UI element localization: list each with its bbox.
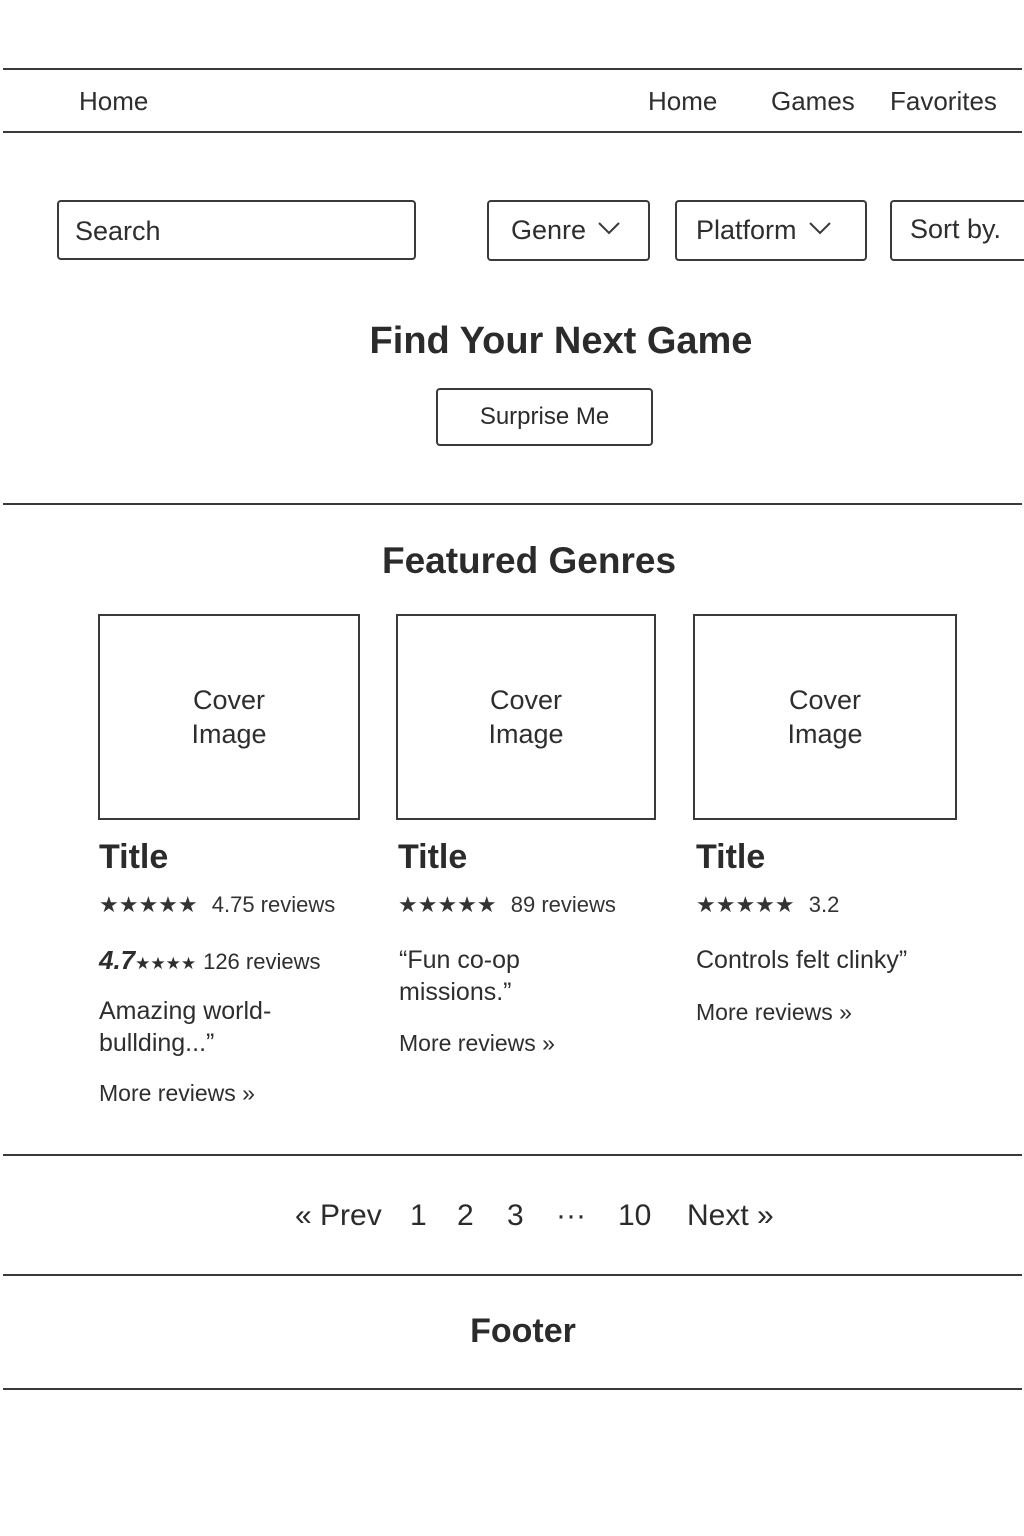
card-quote: Controls felt clinky” [696, 944, 907, 976]
cover-label-line1: Cover [192, 685, 265, 715]
card-title[interactable]: Title [696, 838, 765, 877]
rating-text: 3.2 [808, 892, 840, 917]
rating-text: 4.75 reviews [211, 892, 336, 917]
star-rating-icon: ★★★★★ [398, 892, 497, 917]
star-rating-icon: ★★★★★ [696, 892, 795, 917]
featured-bottom-divider [3, 1154, 1022, 1156]
pagination-ellipsis: ··· [556, 1199, 586, 1232]
pagination-bottom-divider [3, 1274, 1022, 1276]
cover-image-placeholder: Cover Image [488, 683, 563, 751]
platform-dropdown[interactable]: Platform [675, 200, 867, 261]
quote-line1: “Fun co-op [399, 946, 520, 974]
more-reviews-link[interactable]: More reviews » [99, 1080, 255, 1107]
cover-label-line1: Cover [489, 685, 562, 715]
footer-title: Footer [470, 1312, 576, 1350]
chevron-down-icon [598, 221, 620, 240]
hero-title: Find Your Next Game [369, 320, 753, 362]
search-placeholder: Search [75, 216, 161, 246]
card-quote: “Fun co-op missions.” [399, 944, 520, 1008]
rating-text: 89 reviews [510, 892, 616, 917]
nav-brand-home[interactable]: Home [79, 86, 148, 117]
star-rating-icon: ★★★★★ [99, 892, 198, 917]
extra-rating-number: 4.7 [99, 945, 136, 975]
quote-line1: Controls felt clinky” [696, 946, 908, 974]
cover-label-line2: Image [191, 719, 267, 749]
nav-link-home[interactable]: Home [648, 86, 717, 117]
nav-top-divider [3, 68, 1022, 70]
card-rating: ★★★★★ 89 reviews [398, 892, 616, 918]
nav-link-favorites[interactable]: Favorites [890, 86, 997, 117]
cover-label-line1: Cover [788, 685, 861, 715]
genre-dropdown-label: Genre [511, 215, 587, 245]
quote-line2: bullding...” [99, 1029, 215, 1057]
pagination-prev[interactable]: « Prev [295, 1199, 382, 1233]
nav-bottom-divider [3, 131, 1022, 133]
card-extra-rating: 4.7★★★★ 126 reviews [99, 944, 320, 980]
cover-label-line2: Image [787, 719, 863, 749]
pagination-page-2[interactable]: 2 [457, 1199, 474, 1233]
quote-line1: Amazing world- [99, 997, 272, 1025]
card-title[interactable]: Title [99, 838, 168, 877]
card-rating: ★★★★★ 4.75 reviews [99, 892, 335, 918]
cover-image-placeholder: Cover Image [787, 683, 862, 751]
cover-image-placeholder: Cover Image [191, 683, 266, 751]
extra-review-count: 126 reviews [203, 949, 321, 974]
featured-genres-title: Featured Genres [381, 540, 677, 581]
cover-label-line2: Image [488, 719, 564, 749]
sort-dropdown[interactable]: Sort by. [890, 200, 1024, 261]
platform-dropdown-label: Platform [696, 215, 797, 245]
extra-star-rating-icon: ★★★★ [135, 954, 197, 973]
footer-bottom-divider [3, 1388, 1022, 1390]
cover-image[interactable]: Cover Image [693, 614, 957, 820]
genre-dropdown[interactable]: Genre [487, 200, 650, 261]
quote-line2: missions.” [399, 978, 512, 1006]
cover-image[interactable]: Cover Image [98, 614, 360, 820]
pagination-page-3[interactable]: 3 [507, 1199, 524, 1233]
cover-image[interactable]: Cover Image [396, 614, 656, 820]
more-reviews-link[interactable]: More reviews » [399, 1030, 555, 1057]
surprise-me-button[interactable]: Surprise Me [436, 388, 653, 446]
chevron-down-icon [808, 221, 831, 240]
pagination-next[interactable]: Next » [687, 1199, 774, 1233]
card-rating: ★★★★★ 3.2 [696, 892, 839, 918]
card-quote: Amazing world- bullding...” [99, 995, 271, 1059]
nav-link-games[interactable]: Games [771, 86, 855, 117]
hero-divider [3, 503, 1022, 505]
card-title[interactable]: Title [398, 838, 467, 877]
pagination-page-1[interactable]: 1 [410, 1199, 427, 1233]
pagination-page-10[interactable]: 10 [618, 1199, 651, 1233]
sort-dropdown-label: Sort by. [910, 214, 1002, 244]
search-input[interactable]: Search [57, 200, 416, 260]
more-reviews-link[interactable]: More reviews » [696, 999, 852, 1026]
